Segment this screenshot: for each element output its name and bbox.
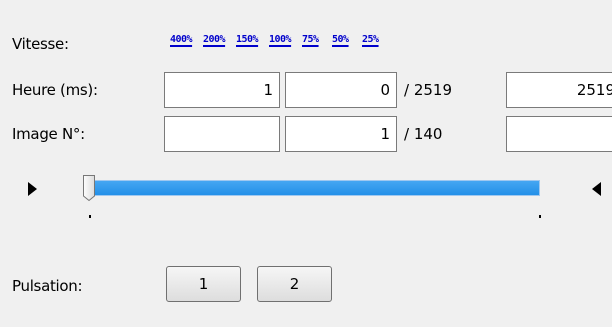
speed-option-75[interactable]: 75%: [302, 34, 319, 46]
timeline-track[interactable]: [90, 180, 540, 196]
play-backward-icon[interactable]: [592, 182, 601, 196]
speed-option-200[interactable]: 200%: [203, 34, 226, 46]
image-current-field[interactable]: 1: [285, 116, 397, 152]
play-forward-icon[interactable]: [28, 182, 37, 196]
time-total: / 2519: [404, 81, 452, 99]
image-end-field[interactable]: [506, 116, 612, 152]
speed-option-150[interactable]: 150%: [236, 34, 259, 46]
time-label: Heure (ms):: [12, 81, 98, 99]
speed-label: Vitesse:: [12, 35, 69, 53]
pulsation-label: Pulsation:: [12, 277, 83, 295]
time-end-field[interactable]: 2519: [506, 72, 612, 108]
pulsation-button-2[interactable]: 2: [257, 266, 332, 302]
image-label: Image N°:: [12, 125, 85, 143]
timeline-thumb[interactable]: [82, 174, 96, 202]
timeline-tick-end: [539, 215, 541, 218]
speed-option-100[interactable]: 100%: [269, 34, 292, 46]
speed-option-50[interactable]: 50%: [332, 34, 349, 46]
image-total: / 140: [404, 125, 443, 143]
time-current-field[interactable]: 0: [285, 72, 397, 108]
timeline-tick-start: [89, 215, 91, 218]
time-start-field[interactable]: 1: [164, 72, 280, 108]
speed-option-25[interactable]: 25%: [362, 34, 379, 46]
pulsation-button-1[interactable]: 1: [166, 266, 241, 302]
thumb-shape: [83, 175, 95, 202]
image-start-field[interactable]: [164, 116, 280, 152]
speed-option-400[interactable]: 400%: [170, 34, 193, 46]
